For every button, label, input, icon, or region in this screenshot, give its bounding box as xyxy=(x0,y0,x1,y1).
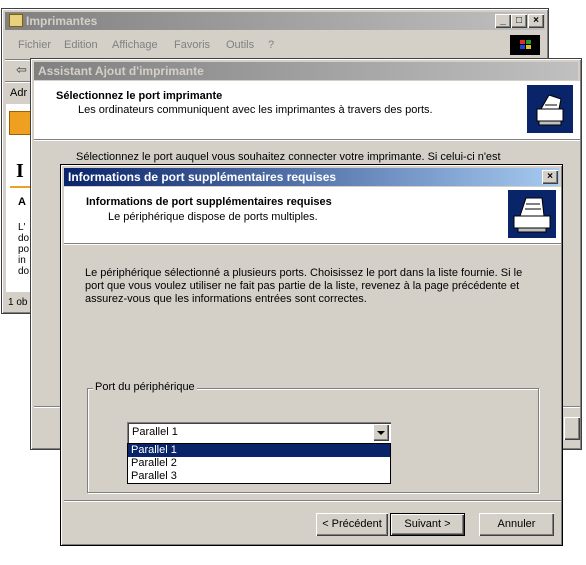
menu-fichier[interactable]: Fichier xyxy=(18,39,51,51)
port-select-value: Parallel 1 xyxy=(132,426,178,438)
close-button[interactable]: × xyxy=(528,14,544,28)
back-arrow-icon[interactable]: ⇦ xyxy=(16,62,27,78)
address-label: Adr xyxy=(10,87,28,99)
printer-folder-icon xyxy=(9,14,23,27)
port-group-label: Port du périphérique xyxy=(93,381,197,393)
wizard-titlebar[interactable]: Assistant Ajout d'imprimante xyxy=(34,62,578,80)
side-line-2: do xyxy=(18,233,30,244)
port-option-selected[interactable]: Parallel 1 xyxy=(128,444,390,457)
printer-wizard-icon xyxy=(527,85,573,133)
wizard-title: Assistant Ajout d'imprimante xyxy=(38,64,204,78)
printer-header-icon xyxy=(508,190,556,238)
dialog-header-title: Informations de port supplémentaires req… xyxy=(86,196,332,208)
wizard-header-title: Sélectionnez le port imprimante xyxy=(56,90,223,102)
wizard-header-subtitle: Les ordinateurs communiquent avec les im… xyxy=(78,104,433,116)
printers-titlebar[interactable]: Imprimantes _ □ × xyxy=(5,12,545,30)
menu-affichage[interactable]: Affichage xyxy=(112,39,158,51)
side-heading: A xyxy=(18,196,26,208)
port-info-dialog: Informations de port supplémentaires req… xyxy=(60,164,563,546)
minimize-button[interactable]: _ xyxy=(495,14,511,28)
side-line-3: po xyxy=(18,244,30,255)
dialog-body-text: Le périphérique sélectionné a plusieurs … xyxy=(85,267,523,305)
printers-title: Imprimantes xyxy=(26,14,98,28)
wizard-header-divider xyxy=(34,139,580,141)
side-line-4: in xyxy=(18,255,26,266)
dialog-title: Informations de port supplémentaires req… xyxy=(68,170,337,184)
menu-help[interactable]: ? xyxy=(268,39,274,51)
wizard-header: Sélectionnez le port imprimante Les ordi… xyxy=(34,81,580,139)
dialog-titlebar[interactable]: Informations de port supplémentaires req… xyxy=(64,168,559,186)
port-dropdown-list: Parallel 1 Parallel 2 Parallel 3 xyxy=(127,443,391,484)
wizard-instruction: Sélectionnez le port auquel vous souhait… xyxy=(76,151,501,163)
side-line-1: L' xyxy=(18,222,26,233)
wizard-hidden-button[interactable] xyxy=(564,417,580,440)
folder-big-title: I xyxy=(16,160,24,182)
dialog-close-button[interactable]: × xyxy=(542,170,558,184)
menu-favoris[interactable]: Favoris xyxy=(174,39,210,51)
chevron-down-icon[interactable] xyxy=(373,424,389,441)
status-bar: 1 ob xyxy=(8,297,28,308)
dialog-header-divider xyxy=(64,243,561,245)
dialog-header: Informations de port supplémentaires req… xyxy=(64,187,561,243)
port-option[interactable]: Parallel 2 xyxy=(128,457,390,470)
dialog-footer-divider xyxy=(64,500,561,502)
cancel-button[interactable]: Annuler xyxy=(479,513,554,536)
back-button[interactable]: < Précédent xyxy=(316,513,388,536)
side-line-5: do xyxy=(18,266,30,277)
printers-menubar: Fichier Edition Affichage Favoris Outils… xyxy=(6,35,542,55)
menu-outils[interactable]: Outils xyxy=(226,39,254,51)
port-select[interactable]: Parallel 1 xyxy=(127,422,391,443)
maximize-button[interactable]: □ xyxy=(511,14,527,28)
windows-logo-icon xyxy=(510,35,540,55)
port-option[interactable]: Parallel 3 xyxy=(128,470,390,483)
next-button[interactable]: Suivant > xyxy=(390,513,465,536)
menu-edition[interactable]: Edition xyxy=(64,39,98,51)
dialog-header-subtitle: Le périphérique dispose de ports multipl… xyxy=(108,211,318,223)
